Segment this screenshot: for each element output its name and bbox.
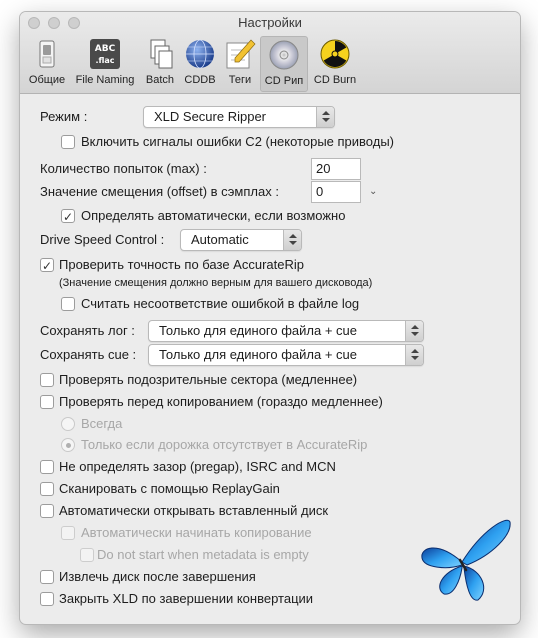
tab-file-naming[interactable]: ABC .flac File Naming — [72, 36, 138, 92]
offset-label: Значение смещения (offset) в сэмплах : — [40, 184, 279, 199]
mode-popup-value: XLD Secure Ripper — [154, 109, 266, 124]
replaygain-row[interactable]: Сканировать с помощью ReplayGain — [40, 479, 320, 499]
no-metadata-row[interactable]: Do not start when metadata is empty — [80, 545, 370, 565]
accuraterip-row[interactable]: Проверить точность по базе AccurateRip — [40, 255, 360, 276]
mode-popup[interactable]: XLD Secure Ripper — [143, 106, 335, 128]
eject-label: Извлечь диск после завершения — [59, 569, 256, 584]
retries-field[interactable]: 20 — [311, 158, 361, 180]
no-metadata-label: Do not start when metadata is empty — [97, 547, 309, 562]
auto-offset-label: Определять автоматически, если возможно — [81, 208, 346, 223]
suspicious-row[interactable]: Проверять подозрительные сектора (медлен… — [40, 370, 400, 390]
save-cue-label: Сохранять cue : — [40, 347, 137, 362]
eject-row[interactable]: Извлечь диск после завершения — [40, 567, 320, 587]
tag-pencil-icon — [226, 39, 256, 69]
suspicious-label: Проверять подозрительные сектора (медлен… — [59, 372, 358, 387]
svg-text:.flac: .flac — [95, 56, 114, 65]
popup-arrows-icon — [283, 230, 301, 250]
mismatch-row[interactable]: Считать несоответствие ошибкой в файле l… — [61, 294, 401, 314]
auto-open-row[interactable]: Автоматически открывать вставленный диск — [40, 501, 380, 521]
drive-speed-value: Automatic — [191, 232, 249, 247]
drive-speed-label: Drive Speed Control : — [40, 232, 165, 247]
auto-offset-row[interactable]: Определять автоматически, если возможно — [61, 206, 421, 227]
offset-field[interactable]: 0 — [311, 181, 361, 203]
general-switch-icon — [39, 40, 55, 68]
c2-checkbox-row[interactable]: Включить сигналы ошибки C2 (некоторые пр… — [61, 132, 481, 152]
c2-label: Включить сигналы ошибки C2 (некоторые пр… — [81, 134, 395, 149]
no-pregap-checkbox[interactable] — [40, 460, 54, 474]
batch-documents-icon — [150, 39, 173, 69]
replaygain-checkbox[interactable] — [40, 482, 54, 496]
quit-row[interactable]: Закрыть XLD по завершении конвертации — [40, 589, 360, 609]
verify-always-radio-row[interactable]: Всегда — [61, 414, 161, 434]
preferences-toolbar: Общие ABC .flac File Naming Batch CDDB Т… — [20, 34, 520, 94]
retries-label: Количество попыток (max) : — [40, 161, 207, 176]
tab-tags[interactable]: Теги — [222, 36, 258, 92]
save-log-value: Только для единого файла + cue — [159, 323, 358, 338]
accuraterip-checkbox[interactable] — [40, 256, 54, 276]
abc-flac-icon: ABC .flac — [90, 39, 120, 69]
verify-always-radio[interactable] — [61, 417, 75, 431]
suspicious-checkbox[interactable] — [40, 373, 54, 387]
drive-speed-popup[interactable]: Automatic — [180, 229, 302, 251]
offset-chevron-down-icon[interactable]: ⌄ — [369, 186, 377, 197]
no-pregap-label: Не определять зазор (pregap), ISRC and M… — [59, 459, 336, 474]
tab-general[interactable]: Общие — [26, 36, 68, 92]
popup-arrows-icon — [405, 345, 423, 365]
save-log-label: Сохранять лог : — [40, 323, 135, 338]
auto-offset-checkbox[interactable] — [61, 207, 75, 227]
no-metadata-checkbox[interactable] — [80, 548, 94, 562]
eject-checkbox[interactable] — [40, 570, 54, 584]
auto-start-label: Автоматически начинать копирование — [81, 525, 312, 540]
verify-always-label: Всегда — [81, 416, 123, 431]
auto-start-checkbox[interactable] — [61, 526, 75, 540]
save-cue-popup[interactable]: Только для единого файла + cue — [148, 344, 424, 366]
tab-cd-burn[interactable]: CD Burn — [310, 36, 360, 92]
save-cue-value: Только для единого файла + cue — [159, 347, 358, 362]
mismatch-checkbox[interactable] — [61, 297, 75, 311]
replaygain-label: Сканировать с помощью ReplayGain — [59, 481, 280, 496]
verify-missing-radio-row[interactable]: Только если дорожка отсутствует в Accura… — [61, 435, 421, 455]
butterfly-logo — [421, 519, 511, 601]
mismatch-label: Считать несоответствие ошибкой в файле l… — [81, 296, 360, 311]
tab-cddb[interactable]: CDDB — [180, 36, 220, 92]
title-bar: Настройки Общие ABC .flac File Naming Ba… — [20, 12, 520, 94]
svg-text:ABC: ABC — [95, 44, 116, 54]
popup-arrows-icon — [316, 107, 334, 127]
quit-checkbox[interactable] — [40, 592, 54, 606]
no-pregap-row[interactable]: Не определять зазор (pregap), ISRC and M… — [40, 457, 380, 477]
c2-checkbox[interactable] — [61, 135, 75, 149]
verify-checkbox[interactable] — [40, 395, 54, 409]
auto-open-label: Автоматически открывать вставленный диск — [59, 503, 329, 518]
verify-missing-radio[interactable] — [61, 438, 75, 452]
accuraterip-label: Проверить точность по базе AccurateRip — [59, 257, 304, 272]
tab-batch[interactable]: Batch — [142, 36, 178, 92]
verify-label: Проверять перед копированием (гораздо ме… — [59, 394, 383, 409]
auto-start-row[interactable]: Автоматически начинать копирование — [61, 523, 361, 543]
verify-missing-label: Только если дорожка отсутствует в Accura… — [81, 437, 368, 452]
quit-label: Закрыть XLD по завершении конвертации — [59, 591, 314, 606]
window-title: Настройки — [238, 15, 302, 30]
verify-row[interactable]: Проверять перед копированием (гораздо ме… — [40, 392, 420, 412]
save-log-popup[interactable]: Только для единого файла + cue — [148, 320, 424, 342]
tab-cd-rip[interactable]: CD Рип — [260, 36, 308, 92]
accuraterip-note: (Значение смещения должно верным для ваш… — [59, 277, 373, 289]
mode-label: Режим : — [40, 109, 88, 124]
cd-disc-icon — [269, 40, 299, 70]
radiation-icon — [320, 39, 350, 69]
auto-open-checkbox[interactable] — [40, 504, 54, 518]
popup-arrows-icon — [405, 321, 423, 341]
globe-icon — [186, 39, 214, 69]
